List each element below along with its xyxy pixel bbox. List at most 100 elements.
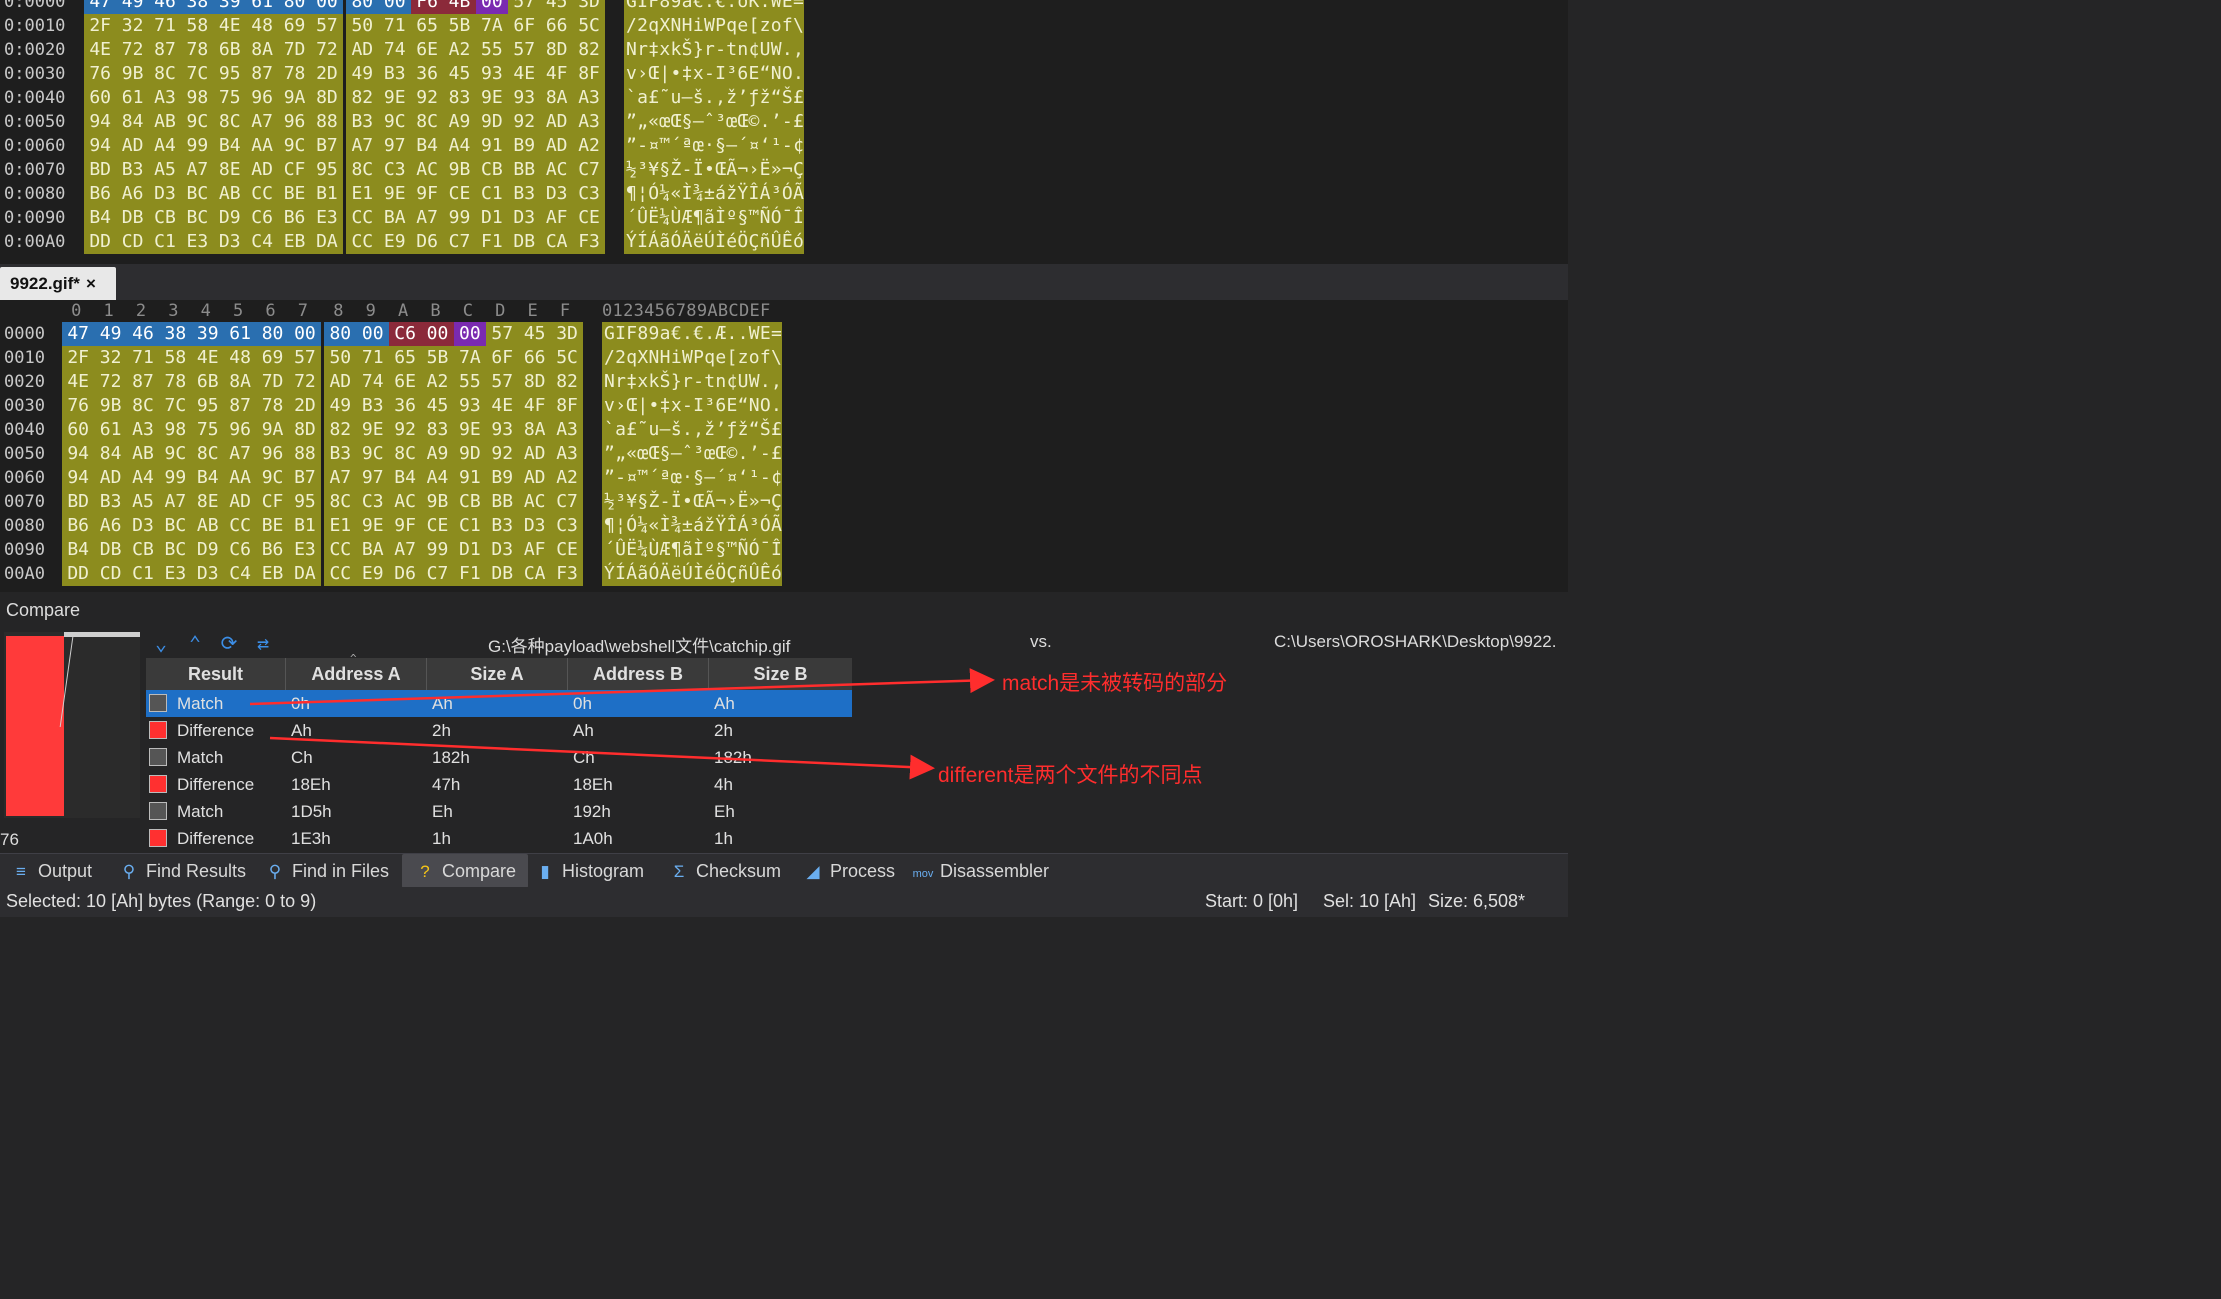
- hex-bytes[interactable]: DD CD C1 E3 D3 C4 EB DA CC E9 D6 C7 F1 DB CA F3: [84, 230, 606, 254]
- hex-byte[interactable]: B4: [191, 466, 224, 490]
- hex-byte[interactable]: 49: [116, 0, 149, 14]
- hex-byte[interactable]: AD: [324, 370, 357, 394]
- hex-byte[interactable]: 9C: [159, 442, 192, 466]
- hex-byte[interactable]: AC: [410, 158, 444, 182]
- hex-byte[interactable]: BD: [62, 490, 95, 514]
- hex-byte[interactable]: 6B: [213, 38, 246, 62]
- hex-byte[interactable]: E3: [159, 562, 192, 586]
- hex-byte[interactable]: 8A: [540, 86, 573, 110]
- hex-bytes[interactable]: 94 AD A4 99 B4 AA 9C B7 A7 97 B4 A4 91 B9 AD A2: [62, 466, 584, 490]
- hex-byte[interactable]: 72: [288, 370, 322, 394]
- hex-byte[interactable]: B7: [288, 466, 322, 490]
- hex-byte[interactable]: A3: [126, 418, 160, 442]
- hex-byte[interactable]: CE: [572, 206, 606, 230]
- hex-byte[interactable]: DD: [84, 230, 117, 254]
- ascii-column[interactable]: ÝÍÁãÓÄëÚÌéÖÇñÛÊó: [602, 562, 783, 586]
- hex-byte[interactable]: 45: [518, 322, 551, 346]
- hex-byte[interactable]: 9D: [453, 442, 487, 466]
- hex-byte[interactable]: 71: [126, 346, 160, 370]
- hex-byte[interactable]: DD: [62, 562, 95, 586]
- hex-byte[interactable]: 49: [94, 322, 127, 346]
- hex-byte[interactable]: D3: [213, 230, 246, 254]
- hex-byte[interactable]: C4: [223, 562, 257, 586]
- hex-byte[interactable]: 00: [378, 0, 411, 14]
- ascii-column[interactable]: v›Œ|•‡x-I³6E“NO.: [624, 62, 805, 86]
- hex-row[interactable]: 00A0 DD CD C1 E3 D3 C4 EB DA CC E9 D6 C7 F1 DB CA F3 ÝÍÁã…: [0, 562, 1568, 586]
- hex-byte[interactable]: E3: [310, 206, 344, 230]
- hex-row[interactable]: 0010 2F 32 71 58 4E 48 69 57 50 71 65 5B 7A 6F 66 5C/2qX…: [0, 346, 1568, 370]
- hex-bytes[interactable]: 60 61 A3 98 75 96 9A 8D 82 9E 92 83 9E 93 8A A3: [84, 86, 606, 110]
- hex-byte[interactable]: 9E: [453, 418, 487, 442]
- hex-byte[interactable]: C4: [245, 230, 279, 254]
- tab-checksum[interactable]: Σ Checksum: [668, 854, 781, 888]
- hex-byte[interactable]: 00: [453, 322, 487, 346]
- hex-byte[interactable]: 76: [62, 394, 95, 418]
- hex-byte[interactable]: A5: [126, 490, 160, 514]
- compare-table-row[interactable]: Difference 1E3h 1h 1A0h 1h: [146, 825, 852, 852]
- hex-byte[interactable]: D3: [191, 562, 224, 586]
- hex-byte[interactable]: 58: [159, 346, 192, 370]
- hex-byte[interactable]: 8E: [213, 158, 246, 182]
- hex-byte[interactable]: 92: [388, 418, 422, 442]
- hex-byte[interactable]: CC: [346, 206, 379, 230]
- hex-byte[interactable]: 71: [356, 346, 389, 370]
- hex-bytes[interactable]: 76 9B 8C 7C 95 87 78 2D 49 B3 36 45 93 4E 4F 8F: [84, 62, 606, 86]
- hex-byte[interactable]: 8A: [245, 38, 279, 62]
- hex-byte[interactable]: C6: [245, 206, 279, 230]
- tab-find-results[interactable]: ⚲ Find Results: [118, 854, 246, 888]
- hex-byte[interactable]: B4: [388, 466, 422, 490]
- hex-byte[interactable]: AD: [245, 158, 279, 182]
- hex-byte[interactable]: DA: [310, 230, 344, 254]
- hex-byte[interactable]: AD: [223, 490, 257, 514]
- hex-byte[interactable]: C1: [126, 562, 160, 586]
- hex-byte[interactable]: 99: [421, 538, 454, 562]
- hex-byte[interactable]: B4: [84, 206, 117, 230]
- hex-byte[interactable]: 3D: [550, 322, 584, 346]
- hex-byte[interactable]: 4F: [540, 62, 573, 86]
- hex-byte[interactable]: AD: [346, 38, 379, 62]
- hex-byte[interactable]: CE: [443, 182, 476, 206]
- hex-byte[interactable]: B3: [378, 62, 411, 86]
- hex-byte[interactable]: 7D: [256, 370, 289, 394]
- hex-byte[interactable]: 99: [181, 134, 214, 158]
- ascii-column[interactable]: v›Œ|•‡x-I³6E“NO.: [602, 394, 783, 418]
- hex-byte[interactable]: 92: [486, 442, 519, 466]
- hex-byte[interactable]: CE: [550, 538, 584, 562]
- bottom-hex-pane[interactable]: 0123456789ABCDEF 0123456789ABCDEF 0000 47…: [0, 300, 1568, 592]
- hex-byte[interactable]: 32: [116, 14, 149, 38]
- hex-byte[interactable]: B3: [94, 490, 127, 514]
- hex-byte[interactable]: A3: [550, 418, 584, 442]
- hex-byte[interactable]: 78: [256, 394, 289, 418]
- hex-byte[interactable]: C3: [356, 490, 389, 514]
- hex-byte[interactable]: 57: [508, 0, 541, 14]
- hex-byte[interactable]: 8F: [550, 394, 584, 418]
- hex-byte[interactable]: AD: [94, 466, 127, 490]
- hex-byte[interactable]: 6B: [191, 370, 224, 394]
- col-address-b[interactable]: Address B: [568, 658, 709, 690]
- hex-byte[interactable]: 99: [443, 206, 476, 230]
- hex-byte[interactable]: B3: [346, 110, 379, 134]
- hex-byte[interactable]: 57: [288, 346, 322, 370]
- hex-byte[interactable]: D9: [213, 206, 246, 230]
- ascii-column[interactable]: Nr‡xkŠ}r-tn¢UW.,: [624, 38, 805, 62]
- hex-byte[interactable]: 82: [550, 370, 584, 394]
- hex-byte[interactable]: B3: [508, 182, 541, 206]
- hex-byte[interactable]: 9E: [356, 418, 389, 442]
- previous-difference-icon[interactable]: ⌃: [184, 632, 206, 654]
- col-size-a[interactable]: Size A: [427, 658, 568, 690]
- hex-byte[interactable]: 97: [356, 466, 389, 490]
- hex-byte[interactable]: 82: [572, 38, 606, 62]
- hex-byte[interactable]: CF: [256, 490, 289, 514]
- hex-byte[interactable]: 80: [324, 322, 357, 346]
- tab-disassembler[interactable]: mov Disassembler: [912, 854, 1049, 888]
- hex-byte[interactable]: 7C: [159, 394, 192, 418]
- hex-byte[interactable]: E3: [181, 230, 214, 254]
- hex-byte[interactable]: 6E: [388, 370, 422, 394]
- ascii-column[interactable]: ”-¤™´ªœ·§—´¤‘¹-¢: [624, 134, 805, 158]
- hex-byte[interactable]: C6: [388, 322, 422, 346]
- hex-byte[interactable]: C6: [223, 538, 257, 562]
- hex-byte[interactable]: 46: [126, 322, 160, 346]
- hex-byte[interactable]: 8C: [191, 442, 224, 466]
- hex-byte[interactable]: A7: [324, 466, 357, 490]
- hex-byte[interactable]: C1: [475, 182, 509, 206]
